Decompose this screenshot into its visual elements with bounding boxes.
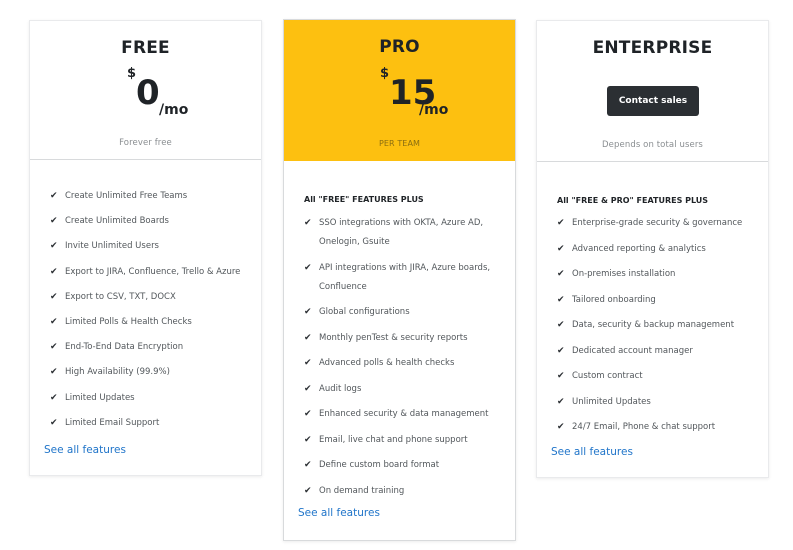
feature-item: ✔ Enterprise-grade security & governance	[557, 214, 760, 233]
feature-item: ✔ Export to CSV, TXT, DOCX	[50, 288, 253, 307]
check-icon: ✔	[50, 241, 58, 252]
see-all-features-link[interactable]: See all features	[298, 507, 380, 519]
currency-symbol: $	[127, 66, 137, 81]
feature-item: ✔ Define custom board format	[304, 456, 507, 475]
feature-item: ✔ Invite Unlimited Users	[50, 237, 253, 256]
plan-card-pro: PRO $ 15 /mo PER TEAM All "FREE" FEATURE…	[283, 19, 516, 541]
feature-item: ✔ Dedicated account manager	[557, 342, 760, 361]
check-icon: ✔	[557, 269, 565, 279]
feature-item: ✔ Advanced reporting & analytics	[557, 240, 760, 259]
feature-item: ✔ End-To-End Data Encryption	[50, 338, 253, 357]
check-icon: ✔	[304, 307, 312, 317]
check-icon: ✔	[50, 216, 58, 227]
see-all-features-link[interactable]: See all features	[44, 444, 126, 456]
plan-subtitle: Depends on total users	[602, 140, 703, 150]
check-icon: ✔	[304, 485, 312, 496]
feature-item: ✔ Custom contract	[557, 367, 760, 386]
check-icon: ✔	[304, 218, 312, 228]
check-icon: ✔	[50, 266, 58, 277]
plan-subtitle: Forever free	[119, 138, 172, 148]
check-icon: ✔	[50, 367, 58, 378]
feature-item: ✔ Create Unlimited Boards	[50, 212, 253, 231]
price-period: /mo	[159, 102, 189, 118]
feature-list: ✔ Enterprise-grade security & governance …	[557, 214, 760, 444]
price: $ 0 /mo	[127, 66, 247, 126]
check-icon: ✔	[50, 191, 58, 201]
feature-item: ✔ Global configurations	[304, 303, 507, 322]
feature-item: ✔ Limited Polls & Health Checks	[50, 313, 253, 332]
see-all-features-link[interactable]: See all features	[551, 446, 633, 458]
price: $ 15 /mo	[380, 66, 500, 126]
feature-item: ✔ Advanced polls & health checks	[304, 354, 507, 373]
check-icon: ✔	[557, 422, 565, 432]
plan-card-free: FREE $ 0 /mo Forever free ✔ Create Unlimi…	[29, 20, 262, 476]
feature-item: ✔ 24/7 Email, Phone & chat support	[557, 418, 760, 437]
feature-item: ✔ Limited Email Support	[50, 414, 253, 433]
check-icon: ✔	[304, 358, 312, 368]
plan-name: FREE	[121, 38, 170, 58]
price-amount: 0	[136, 73, 160, 113]
check-icon: ✔	[50, 316, 58, 327]
check-icon: ✔	[557, 345, 565, 356]
feature-list: ✔ SSO integrations with OKTA, Azure AD, O…	[304, 214, 507, 507]
feature-item: ✔ Export to JIRA, Confluence, Trello & Az…	[50, 263, 253, 282]
currency-symbol: $	[380, 66, 390, 81]
feature-list: ✔ Create Unlimited Free Teams ✔ Create Unl…	[50, 187, 253, 439]
check-icon: ✔	[304, 460, 312, 470]
feature-item: ✔ On-premises installation	[557, 265, 760, 284]
check-icon: ✔	[557, 371, 565, 381]
contact-sales-button[interactable]: Contact sales	[607, 86, 699, 116]
feature-item: ✔ SSO integrations with OKTA, Azure AD, O…	[304, 214, 507, 252]
check-icon: ✔	[50, 342, 58, 353]
feature-item: ✔ On demand training	[304, 482, 507, 501]
plan-card-enterprise: ENTERPRISE Contact sales Depends on tota…	[536, 20, 769, 478]
plan-header: PRO $ 15 /mo PER TEAM	[284, 20, 515, 161]
feature-item: ✔ Audit logs	[304, 380, 507, 399]
check-icon: ✔	[50, 392, 58, 403]
feature-item: ✔ Limited Updates	[50, 389, 253, 408]
feature-item: ✔ API integrations with JIRA, Azure board…	[304, 259, 507, 297]
section-heading: All "FREE & PRO" FEATURES PLUS	[557, 196, 709, 205]
check-icon: ✔	[304, 409, 312, 419]
plan-subtitle: PER TEAM	[378, 139, 421, 148]
check-icon: ✔	[557, 294, 565, 305]
check-icon: ✔	[557, 243, 565, 254]
feature-item: ✔ Data, security & backup management	[557, 316, 760, 335]
feature-item: ✔ Monthly penTest & security reports	[304, 329, 507, 348]
feature-item: ✔ Enhanced security & data management	[304, 405, 507, 424]
feature-item: ✔ High Availability (99.9%)	[50, 363, 253, 382]
section-heading: All "FREE" FEATURES PLUS	[304, 195, 424, 204]
check-icon: ✔	[557, 396, 565, 407]
check-icon: ✔	[304, 383, 312, 394]
plan-header: ENTERPRISE Contact sales Depends on tota…	[537, 21, 768, 162]
feature-item: ✔ Unlimited Updates	[557, 393, 760, 412]
feature-item: ✔ Tailored onboarding	[557, 291, 760, 310]
check-icon: ✔	[557, 218, 565, 228]
plan-header: FREE $ 0 /mo Forever free	[30, 21, 261, 160]
check-icon: ✔	[304, 332, 312, 343]
check-icon: ✔	[557, 320, 565, 330]
check-icon: ✔	[304, 262, 312, 273]
plan-name: ENTERPRISE	[592, 38, 713, 58]
check-icon: ✔	[304, 434, 312, 445]
check-icon: ✔	[50, 417, 58, 428]
feature-item: ✔ Email, live chat and phone support	[304, 431, 507, 450]
feature-item: ✔ Create Unlimited Free Teams	[50, 187, 253, 206]
check-icon: ✔	[50, 291, 58, 302]
price-period: /mo	[419, 102, 449, 118]
plan-name: PRO	[379, 37, 420, 57]
